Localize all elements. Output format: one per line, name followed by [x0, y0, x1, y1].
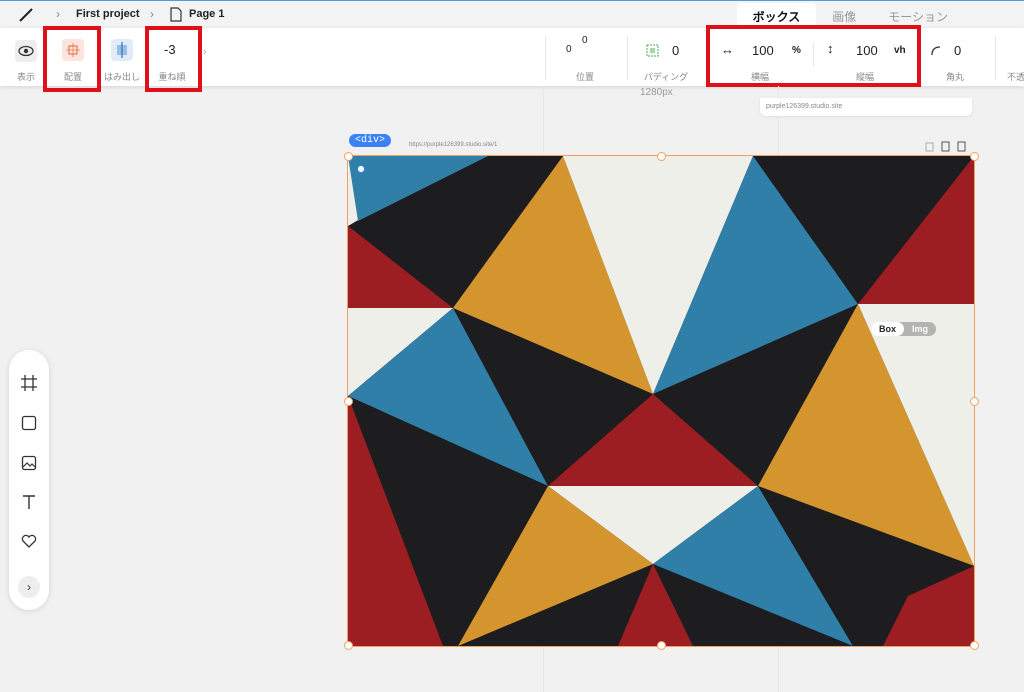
page-icon: [170, 7, 182, 22]
padding-icon: [646, 44, 659, 57]
page-url: https://purple126399.studio.site/1: [409, 142, 498, 148]
img-toggle-option[interactable]: Img: [904, 322, 936, 336]
expand-icon: ›: [27, 580, 31, 594]
frame-icon: [21, 375, 37, 391]
divider: [995, 36, 996, 80]
element-actions[interactable]: [925, 141, 973, 152]
resize-handle-top-right[interactable]: [970, 152, 979, 161]
resize-handle-bottom-right[interactable]: [970, 641, 979, 650]
resize-handle-top-left[interactable]: [344, 152, 353, 161]
box-tool[interactable]: [18, 412, 40, 434]
resize-handle-bottom-left[interactable]: [344, 641, 353, 650]
radius-label: 角丸: [945, 72, 964, 82]
element-tag[interactable]: <div>: [349, 134, 392, 147]
zindex-highlight: [145, 26, 202, 92]
top-bar: › First project › Page 1 ボックス 画像 モーション: [0, 0, 1024, 28]
width-label: 横幅: [750, 72, 769, 82]
breakpoint-label: 1280px: [640, 87, 673, 98]
tool-palette: ›: [9, 350, 49, 610]
chevron-right-icon: ›: [56, 7, 60, 21]
image-icon: [21, 455, 37, 471]
breadcrumb-page[interactable]: Page 1: [189, 8, 224, 20]
divider: [627, 36, 628, 80]
padding-input[interactable]: 0: [672, 43, 679, 58]
copy-icon: [941, 141, 950, 152]
width-unit-select[interactable]: %: [792, 45, 801, 56]
image-tool[interactable]: [18, 452, 40, 474]
resize-handle-left[interactable]: [344, 397, 353, 406]
chevron-right-icon: ›: [150, 7, 154, 21]
box-toggle-option[interactable]: Box: [870, 322, 904, 336]
eye-icon: [18, 45, 34, 57]
placement-highlight: [43, 26, 101, 92]
site-url-card: purple126399.studio.site: [760, 98, 972, 116]
frame-tool[interactable]: [18, 372, 40, 394]
breadcrumb-project[interactable]: First project: [76, 8, 140, 20]
text-icon: [23, 495, 35, 509]
box-img-toggle[interactable]: Box Img: [870, 322, 936, 336]
height-arrows-icon: ↕: [827, 41, 834, 56]
position-x-input[interactable]: 0: [566, 44, 572, 55]
radius-input[interactable]: 0: [954, 43, 961, 58]
height-label: 縦幅: [855, 72, 874, 82]
padding-label: パディング: [643, 72, 689, 82]
icon-tool[interactable]: [18, 530, 40, 552]
resize-handle-right[interactable]: [970, 397, 979, 406]
divider: [813, 42, 814, 66]
expand-tool[interactable]: ›: [18, 576, 40, 598]
position-label: 位置: [575, 72, 594, 82]
trash-icon: [925, 142, 934, 152]
anchor-dot-icon[interactable]: [357, 165, 365, 173]
opacity-label: 不透: [1007, 72, 1024, 82]
resize-handle-top[interactable]: [657, 152, 666, 161]
overflow-icon: [117, 42, 127, 58]
divider: [545, 36, 546, 80]
pen-icon[interactable]: [18, 7, 34, 23]
visibility-label: 表示: [16, 72, 35, 82]
width-arrows-icon: ↔: [721, 42, 734, 57]
selected-div-frame[interactable]: Box Img: [347, 155, 975, 647]
more-chevron-icon[interactable]: ›: [203, 46, 207, 58]
geometric-background-image: [348, 156, 974, 646]
position-y-input[interactable]: 0: [582, 35, 588, 46]
box-icon: [21, 415, 37, 431]
height-unit-select[interactable]: vh: [894, 45, 906, 56]
text-tool[interactable]: [18, 491, 40, 513]
height-input[interactable]: 100: [856, 43, 878, 58]
corner-radius-icon: [931, 46, 941, 56]
resize-handle-bottom[interactable]: [657, 641, 666, 650]
overflow-button[interactable]: [111, 39, 133, 61]
heart-icon: [21, 534, 37, 548]
add-icon: [957, 141, 966, 152]
overflow-label: はみ出し: [103, 72, 140, 82]
width-input[interactable]: 100: [752, 43, 774, 58]
visibility-toggle[interactable]: [15, 40, 37, 62]
